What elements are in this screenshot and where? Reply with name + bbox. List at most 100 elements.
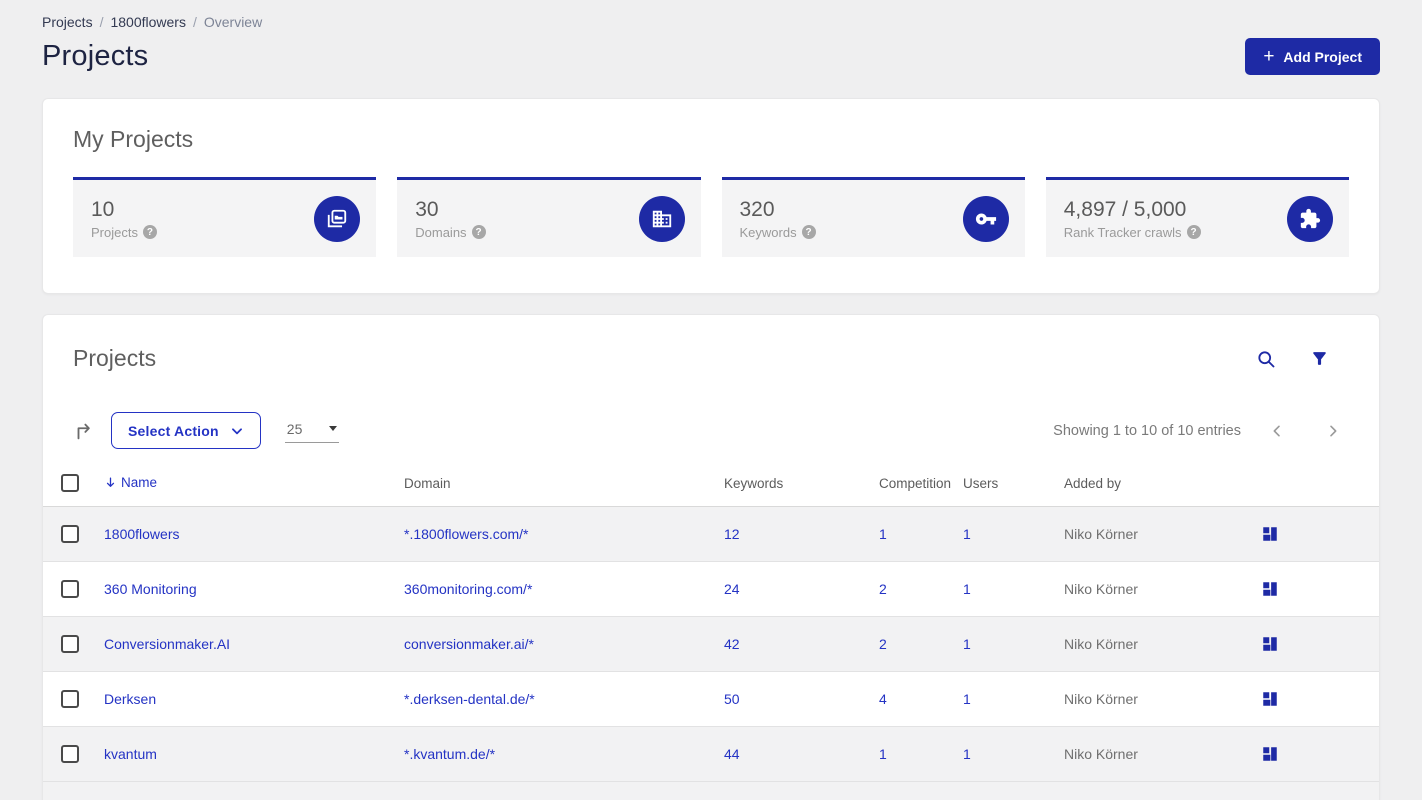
- project-domain-link[interactable]: *.1800flowers.com/*: [404, 526, 529, 542]
- competition-cell: 1: [879, 506, 963, 562]
- row-checkbox[interactable]: [61, 634, 79, 653]
- row-checkbox[interactable]: [61, 579, 79, 598]
- users-cell: 1: [963, 671, 1064, 727]
- breadcrumb-projects[interactable]: Projects: [42, 14, 93, 30]
- column-header-keywords[interactable]: Keywords: [724, 461, 879, 507]
- added-by-cell: Niko Körner: [1064, 726, 1259, 782]
- domains-count: 30: [415, 197, 439, 221]
- keywords-count-label: Keywords: [739, 224, 797, 240]
- plus-icon: +: [1263, 46, 1275, 67]
- chevron-right-icon[interactable]: [1321, 419, 1345, 443]
- stat-card-keywords: 320 Keywords ?: [721, 177, 1025, 257]
- users-cell: 1: [963, 506, 1064, 562]
- row-checkbox[interactable]: [61, 524, 79, 543]
- competition-cell: 1: [879, 726, 963, 782]
- column-header-added-by[interactable]: Added by: [1064, 461, 1259, 507]
- page: Projects / 1800flowers / Overview Projec…: [0, 0, 1422, 800]
- add-project-button[interactable]: + Add Project: [1245, 38, 1380, 75]
- rank-tracker-count: 4,897 / 5,000: [1063, 197, 1187, 221]
- page-size-select[interactable]: 25: [284, 419, 339, 443]
- breadcrumb: Projects / 1800flowers / Overview: [42, 0, 1380, 30]
- stat-card-domains: 30 Domains ?: [397, 177, 701, 257]
- added-by-cell: Niko Körner: [1064, 506, 1259, 562]
- title-row: Projects + Add Project: [42, 38, 1380, 75]
- table-row: kvantum *.kvantum.de/* 44 1 1 Niko Körne…: [43, 726, 1379, 782]
- project-name-link[interactable]: kvantum: [104, 746, 157, 762]
- keywords-cell: 12: [724, 506, 879, 562]
- table-row: 1800flowers *.1800flowers.com/* 12 1 1 N…: [43, 506, 1379, 562]
- dashboard-icon[interactable]: [1259, 743, 1281, 765]
- dashboard-icon[interactable]: [1259, 578, 1281, 600]
- help-icon[interactable]: ?: [1186, 225, 1201, 239]
- keywords-cell: 24: [724, 561, 879, 617]
- select-all-checkbox[interactable]: [61, 474, 79, 493]
- project-name-link[interactable]: 360 Monitoring: [104, 581, 197, 597]
- help-icon[interactable]: ?: [801, 225, 816, 239]
- users-cell: 1: [963, 616, 1064, 672]
- competition-cell: 2: [879, 561, 963, 617]
- table-row-partial: [43, 781, 1379, 800]
- redirect-arrow-icon[interactable]: [73, 420, 95, 442]
- project-domain-link[interactable]: conversionmaker.ai/*: [404, 636, 534, 652]
- projects-panel-heading: Projects: [73, 345, 157, 371]
- breadcrumb-overview: Overview: [203, 14, 263, 30]
- dashboard-icon[interactable]: [1259, 523, 1281, 545]
- breadcrumb-separator: /: [99, 14, 104, 30]
- domains-count-label: Domains: [415, 224, 467, 240]
- column-header-competition[interactable]: Competition: [879, 461, 963, 507]
- keywords-cell: 42: [724, 616, 879, 672]
- puzzle-icon: [1287, 195, 1333, 242]
- table-toolbar: Select Action 25 Showing 1 to 10 of 10 e…: [43, 372, 1379, 449]
- keywords-count: 320: [739, 197, 775, 221]
- project-domain-link[interactable]: 360monitoring.com/*: [404, 581, 532, 597]
- keywords-cell: 50: [724, 671, 879, 727]
- project-name-link[interactable]: Derksen: [104, 691, 156, 707]
- column-header-domain[interactable]: Domain: [404, 461, 724, 507]
- projects-copy-icon: [314, 195, 361, 242]
- showing-entries-text: Showing 1 to 10 of 10 entries: [1053, 422, 1241, 439]
- table-row: 360 Monitoring 360monitoring.com/* 24 2 …: [43, 561, 1379, 617]
- select-action-dropdown[interactable]: Select Action: [111, 412, 261, 449]
- project-domain-link[interactable]: *.derksen-dental.de/*: [404, 691, 535, 707]
- caret-down-icon: [328, 426, 337, 431]
- column-header-name[interactable]: Name: [104, 461, 404, 507]
- row-checkbox[interactable]: [61, 744, 79, 763]
- filter-icon[interactable]: [1308, 347, 1331, 370]
- chevron-down-icon: [231, 427, 242, 434]
- keywords-cell: 44: [724, 726, 879, 782]
- projects-table-card: Projects Select Action 25 Showing 1 to 1…: [42, 314, 1380, 800]
- projects-count: 10: [91, 197, 115, 221]
- add-project-label: Add Project: [1283, 48, 1362, 65]
- rank-tracker-label: Rank Tracker crawls: [1063, 224, 1182, 240]
- help-icon[interactable]: ?: [471, 225, 486, 239]
- project-name-link[interactable]: 1800flowers: [104, 526, 180, 542]
- users-cell: 1: [963, 561, 1064, 617]
- stats-grid: 10 Projects ? 30 Domains ? 320 Keywords …: [73, 177, 1349, 257]
- page-title: Projects: [42, 40, 149, 72]
- key-icon: [962, 195, 1009, 242]
- row-checkbox[interactable]: [61, 689, 79, 708]
- my-projects-card: My Projects 10 Projects ? 30 Domains ? 3…: [42, 98, 1380, 294]
- column-header-users[interactable]: Users: [963, 461, 1064, 507]
- dashboard-icon[interactable]: [1259, 633, 1281, 655]
- table-header-row: Name Domain Keywords Competition Users A…: [43, 461, 1379, 507]
- added-by-cell: Niko Körner: [1064, 671, 1259, 727]
- added-by-cell: Niko Körner: [1064, 616, 1259, 672]
- search-icon[interactable]: [1254, 347, 1278, 371]
- help-icon[interactable]: ?: [142, 225, 157, 239]
- chevron-left-icon[interactable]: [1265, 419, 1289, 443]
- stat-card-projects: 10 Projects ?: [73, 177, 377, 257]
- breadcrumb-separator: /: [192, 14, 197, 30]
- page-size-value: 25: [286, 420, 303, 437]
- select-action-label: Select Action: [128, 422, 219, 439]
- projects-table: Name Domain Keywords Competition Users A…: [43, 461, 1379, 782]
- dashboard-icon[interactable]: [1259, 688, 1281, 710]
- domain-building-icon: [638, 195, 685, 242]
- project-name-link[interactable]: Conversionmaker.AI: [104, 636, 230, 652]
- breadcrumb-1800flowers[interactable]: 1800flowers: [110, 14, 186, 30]
- project-domain-link[interactable]: *.kvantum.de/*: [404, 746, 495, 762]
- my-projects-heading: My Projects: [73, 126, 194, 152]
- table-row: Conversionmaker.AI conversionmaker.ai/* …: [43, 616, 1379, 672]
- stat-card-rank-tracker: 4,897 / 5,000 Rank Tracker crawls ?: [1045, 177, 1349, 257]
- sort-down-icon: [106, 477, 115, 487]
